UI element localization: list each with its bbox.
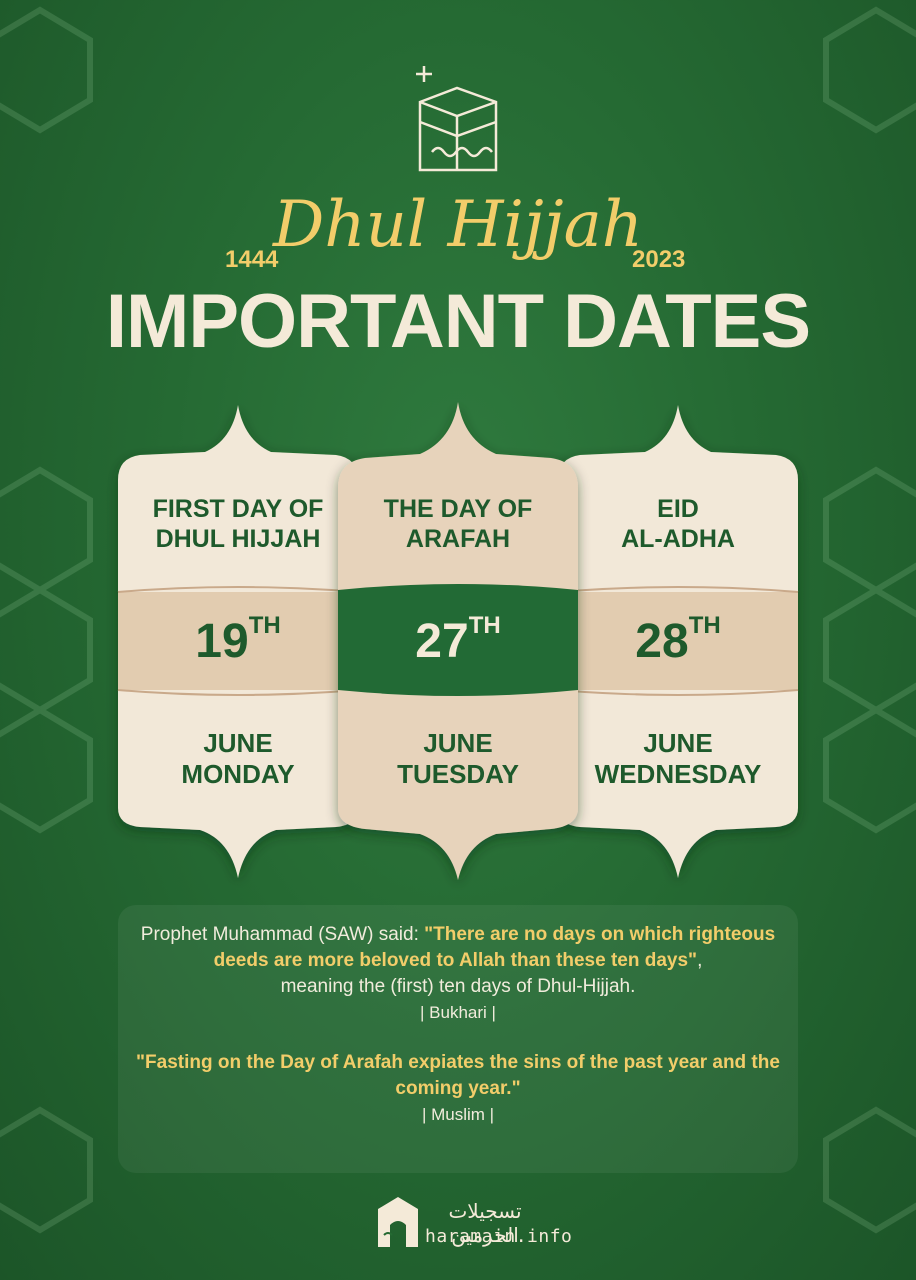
- card-1-day-number: 19: [195, 615, 249, 668]
- card-2-heading-line1: THE DAY OF: [383, 495, 533, 523]
- card-3-day-number: 28: [635, 615, 689, 668]
- hadith-quote-1: Prophet Muhammad (SAW) said: "There are …: [118, 922, 798, 1026]
- hadith-1-comma: ,: [697, 950, 703, 971]
- card-3-heading-line1: EID: [657, 495, 699, 523]
- card-2-month: JUNE: [423, 728, 493, 758]
- hadith-1-source: | Bukhari |: [420, 1003, 496, 1022]
- card-1-heading-line2: DHUL HIJJAH: [155, 525, 321, 553]
- card-3-weekday: WEDNESDAY: [594, 759, 762, 789]
- card-2-weekday: TUESDAY: [397, 759, 519, 789]
- card-1-heading: FIRST DAY OF DHUL HIJJAH: [118, 494, 358, 554]
- card-2-date: JUNE TUESDAY: [338, 728, 578, 790]
- card-2-day: 27TH: [338, 612, 578, 669]
- hadith-2-source: | Muslim |: [421, 1105, 495, 1124]
- card-1-date: JUNE MONDAY: [118, 728, 358, 790]
- hadith-2-text: "Fasting on the Day of Arafah expiates t…: [136, 1052, 780, 1099]
- haramain-logo-icon: [378, 1197, 418, 1247]
- card-1-day-suffix: TH: [248, 612, 281, 639]
- card-3-heading: EID AL-ADHA: [558, 494, 798, 554]
- card-3-month: JUNE: [643, 728, 713, 758]
- card-3-heading-line2: AL-ADHA: [621, 525, 735, 553]
- card-1-weekday: MONDAY: [181, 759, 295, 789]
- footer-url: haramain.info: [425, 1226, 573, 1247]
- quote-intro: Prophet Muhammad (SAW) said:: [140, 924, 425, 945]
- card-2-day-suffix: TH: [468, 612, 501, 639]
- card-3-date: JUNE WEDNESDAY: [558, 728, 798, 790]
- card-3-day-suffix: TH: [688, 612, 721, 639]
- hadith-quote-2: "Fasting on the Day of Arafah expiates t…: [118, 1050, 798, 1128]
- card-1-day: 19TH: [118, 612, 358, 669]
- card-1-month: JUNE: [203, 728, 273, 758]
- hadith-1-explanation: meaning the (first) ten days of Dhul-Hij…: [280, 976, 636, 997]
- card-3-day: 28TH: [558, 612, 798, 669]
- card-1-heading-line1: FIRST DAY OF: [152, 495, 324, 523]
- card-2-heading: THE DAY OF ARAFAH: [338, 494, 578, 554]
- card-2-day-number: 27: [415, 615, 469, 668]
- card-2-heading-line2: ARAFAH: [405, 525, 511, 553]
